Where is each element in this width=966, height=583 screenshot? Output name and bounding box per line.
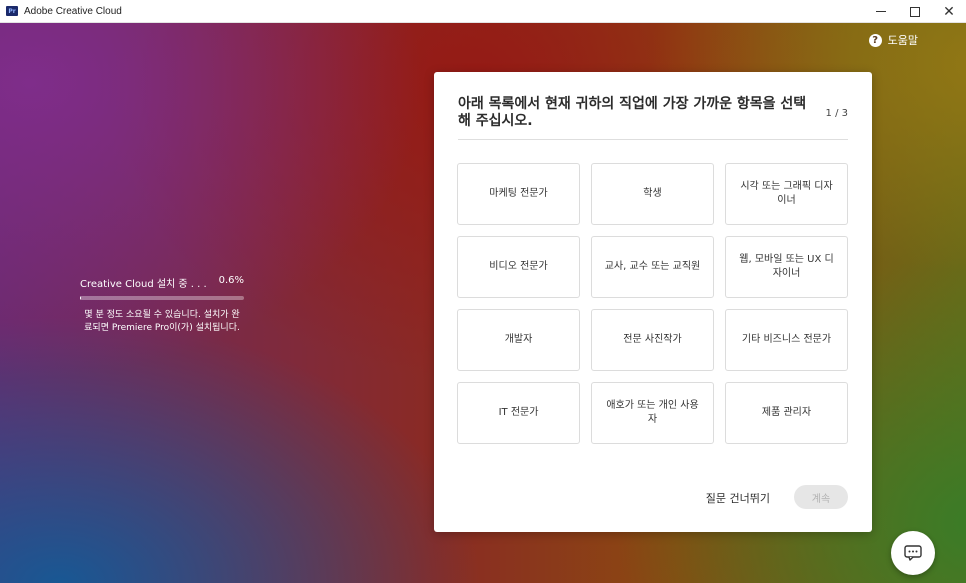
occupation-options: 마케팅 전문가 학생 시각 또는 그래픽 디자이너 비디오 전문가 교사, 교수…	[457, 163, 848, 444]
survey-header: 아래 목록에서 현재 귀하의 직업에 가장 가까운 항목을 선택해 주십시오. …	[458, 96, 848, 140]
occupation-survey-card: 아래 목록에서 현재 귀하의 직업에 가장 가까운 항목을 선택해 주십시오. …	[434, 72, 872, 532]
survey-question: 아래 목록에서 현재 귀하의 직업에 가장 가까운 항목을 선택해 주십시오.	[458, 96, 807, 129]
question-circle-icon: ?	[868, 33, 882, 47]
option-developer[interactable]: 개발자	[457, 309, 580, 371]
premiere-app-icon: Pr	[6, 6, 18, 16]
install-percent: 0.6%	[218, 275, 244, 286]
option-graphic-designer[interactable]: 시각 또는 그래픽 디자이너	[725, 163, 848, 225]
option-student[interactable]: 학생	[591, 163, 714, 225]
chat-bubble-icon	[904, 545, 922, 561]
option-photographer[interactable]: 전문 사진작가	[591, 309, 714, 371]
install-note: 몇 분 정도 소요될 수 있습니다. 설치가 완 료되면 Premiere Pr…	[80, 309, 244, 335]
install-status-text: Creative Cloud 설치 중 . . .	[80, 279, 207, 290]
install-note-line1: 몇 분 정도 소요될 수 있습니다. 설치가 완	[84, 310, 240, 320]
minimize-button[interactable]	[864, 0, 898, 23]
progress-bar-fill	[80, 296, 81, 300]
title-bar: Pr Adobe Creative Cloud ✕	[0, 0, 966, 23]
close-button[interactable]: ✕	[932, 0, 966, 23]
help-label: 도움말	[887, 34, 918, 47]
step-indicator: 1 / 3	[825, 108, 848, 119]
option-marketing[interactable]: 마케팅 전문가	[457, 163, 580, 225]
window-controls: ✕	[864, 0, 966, 23]
option-educator[interactable]: 교사, 교수 또는 교직원	[591, 236, 714, 298]
window-title: Adobe Creative Cloud	[24, 5, 122, 17]
install-note-line2: 료되면 Premiere Pro이(가) 설치됩니다.	[84, 323, 240, 333]
option-ux-designer[interactable]: 웹, 모바일 또는 UX 디자이너	[725, 236, 848, 298]
install-progress: Creative Cloud 설치 중 . . . 0.6% 몇 분 정도 소요…	[80, 275, 244, 335]
option-video[interactable]: 비디오 전문가	[457, 236, 580, 298]
option-product-manager[interactable]: 제품 관리자	[725, 382, 848, 444]
progress-bar	[80, 296, 244, 300]
maximize-button[interactable]	[898, 0, 932, 23]
option-business[interactable]: 기타 비즈니스 전문가	[725, 309, 848, 371]
option-it[interactable]: IT 전문가	[457, 382, 580, 444]
gradient-background: ? 도움말 Creative Cloud 설치 중 . . . 0.6% 몇 분…	[0, 23, 966, 583]
chat-button[interactable]	[891, 531, 935, 575]
help-link[interactable]: ? 도움말	[868, 32, 918, 48]
skip-question-link[interactable]: 질문 건너뛰기	[706, 490, 770, 506]
continue-button[interactable]: 계속	[794, 485, 848, 509]
option-hobbyist[interactable]: 애호가 또는 개인 사용자	[591, 382, 714, 444]
